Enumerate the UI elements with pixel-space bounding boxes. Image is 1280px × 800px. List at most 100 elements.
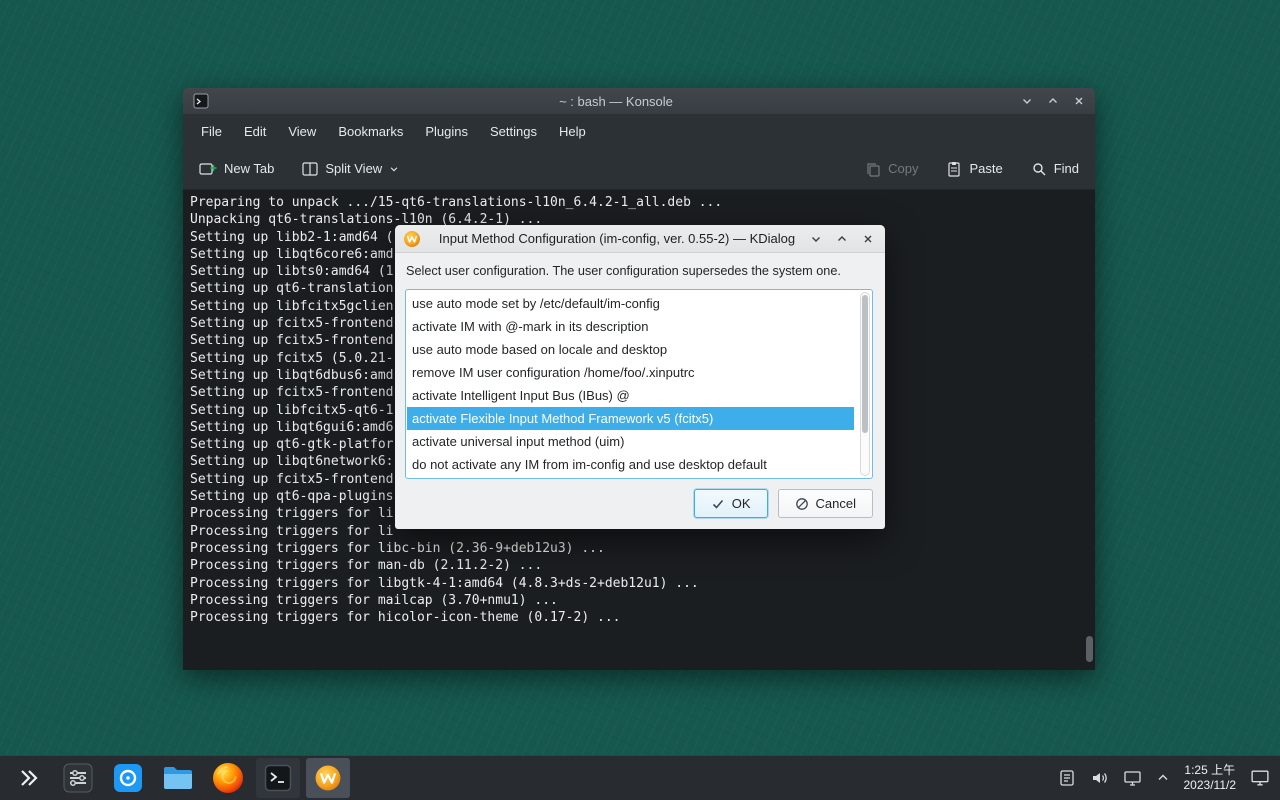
menu-item[interactable]: Settings: [479, 119, 548, 144]
ok-check-icon: [711, 497, 725, 511]
im-config-list[interactable]: use auto mode set by /etc/default/im-con…: [405, 289, 873, 479]
list-item[interactable]: activate IM with @-mark in its descripti…: [407, 315, 854, 338]
list-item[interactable]: activate universal input method (uim): [407, 430, 854, 453]
show-desktop-button[interactable]: [1250, 769, 1270, 787]
copy-label: Copy: [888, 161, 918, 176]
kdialog-task[interactable]: [306, 758, 350, 798]
firefox-launcher[interactable]: [206, 758, 250, 798]
menu-item[interactable]: View: [277, 119, 327, 144]
firefox-icon: [211, 761, 245, 795]
clipboard-icon: [1058, 769, 1076, 787]
app-launcher-button[interactable]: [6, 758, 50, 798]
find-icon: [1031, 161, 1047, 177]
file-manager-launcher[interactable]: [156, 758, 200, 798]
terminal-scrollbar[interactable]: [1085, 190, 1093, 670]
paste-label: Paste: [969, 161, 1002, 176]
terminal-prompt-line: foo@foo-standardpcq35ich92009:~$: [190, 626, 1095, 643]
dialog-minimize-button[interactable]: [807, 230, 825, 248]
list-item[interactable]: remove IM user configuration /home/foo/.…: [407, 361, 854, 384]
display-tray-button[interactable]: [1123, 770, 1142, 787]
show-desktop-icon: [1250, 769, 1270, 787]
list-item-label: use auto mode set by /etc/default/im-con…: [412, 296, 660, 311]
clock-date: 2023/11/2: [1184, 778, 1237, 793]
maximize-icon: [1047, 95, 1059, 107]
menu-item[interactable]: Plugins: [414, 119, 479, 144]
clipboard-tray-button[interactable]: [1058, 769, 1076, 787]
ok-label: OK: [732, 496, 751, 511]
kdialog-icon: [314, 764, 342, 792]
chevron-down-icon: [389, 164, 399, 174]
terminal-line: Preparing to unpack .../15-qt6-translati…: [190, 194, 1095, 211]
list-item-label: do not activate any IM from im-config an…: [412, 457, 767, 472]
list-item[interactable]: activate Intelligent Input Bus (IBus) @: [407, 384, 854, 407]
paste-icon: [946, 161, 962, 177]
volume-icon: [1090, 769, 1109, 787]
toolbar: New Tab Split View Copy Paste Find: [183, 148, 1095, 190]
close-icon: [1073, 95, 1085, 107]
menu-item[interactable]: File: [190, 119, 233, 144]
new-tab-label: New Tab: [224, 161, 274, 176]
ok-button[interactable]: OK: [694, 489, 768, 518]
dialog-buttons: OK Cancel: [694, 489, 873, 518]
tray-expander-button[interactable]: [1156, 771, 1170, 785]
list-scrollbar[interactable]: [860, 292, 870, 476]
dialog-window-controls: [807, 230, 877, 248]
list-item[interactable]: use auto mode based on locale and deskto…: [407, 338, 854, 361]
maximize-button[interactable]: [1043, 91, 1063, 111]
clock[interactable]: 1:25 上午 2023/11/2: [1184, 763, 1237, 793]
konsole-titlebar[interactable]: ~ : bash — Konsole: [183, 88, 1095, 114]
list-item[interactable]: activate Flexible Input Method Framework…: [407, 407, 854, 430]
list-item-label: remove IM user configuration /home/foo/.…: [412, 365, 695, 380]
window-controls: [1017, 91, 1089, 111]
dialog-title: Input Method Configuration (im-config, v…: [427, 231, 807, 246]
maximize-icon: [836, 233, 848, 245]
split-view-label: Split View: [325, 161, 382, 176]
app-launcher-icon: [16, 766, 40, 790]
close-icon: [862, 233, 874, 245]
display-icon: [1123, 770, 1142, 787]
menu-item[interactable]: Edit: [233, 119, 277, 144]
blue-app-launcher[interactable]: [106, 758, 150, 798]
volume-tray-button[interactable]: [1090, 769, 1109, 787]
dialog-instruction: Select user configuration. The user conf…: [406, 264, 872, 278]
cancel-button[interactable]: Cancel: [778, 489, 873, 518]
dialog-maximize-button[interactable]: [833, 230, 851, 248]
terminal-scrollbar-thumb[interactable]: [1086, 636, 1093, 662]
list-item[interactable]: use auto mode set by /etc/default/im-con…: [407, 292, 854, 315]
find-label: Find: [1054, 161, 1079, 176]
copy-button[interactable]: Copy: [865, 161, 918, 177]
list-scrollbar-thumb[interactable]: [862, 295, 868, 433]
split-view-button[interactable]: Split View: [302, 161, 399, 177]
dialog-close-button[interactable]: [859, 230, 877, 248]
split-view-icon: [302, 161, 318, 177]
list-item-label: activate Intelligent Input Bus (IBus) @: [412, 388, 630, 403]
list-item-label: use auto mode based on locale and deskto…: [412, 342, 667, 357]
kdialog-titlebar[interactable]: Input Method Configuration (im-config, v…: [395, 225, 885, 253]
list-item[interactable]: do not activate any IM from im-config an…: [407, 453, 854, 476]
terminal-line: Processing triggers for libc-bin (2.36-9…: [190, 540, 1095, 557]
terminal-line: Processing triggers for mailcap (3.70+nm…: [190, 592, 1095, 609]
clock-time: 1:25 上午: [1184, 763, 1237, 778]
cancel-slash-icon: [795, 497, 809, 511]
taskbar: 1:25 上午 2023/11/2: [0, 755, 1280, 800]
find-button[interactable]: Find: [1031, 161, 1079, 177]
list-item-label: activate IM with @-mark in its descripti…: [412, 319, 648, 334]
sliders-launcher[interactable]: [56, 758, 100, 798]
terminal-line: Processing triggers for libgtk-4-1:amd64…: [190, 575, 1095, 592]
close-button[interactable]: [1069, 91, 1089, 111]
kdialog-window: Input Method Configuration (im-config, v…: [395, 225, 885, 529]
window-title: ~ : bash — Konsole: [215, 94, 1017, 109]
folder-icon: [162, 765, 194, 791]
new-tab-button[interactable]: New Tab: [199, 161, 274, 177]
system-tray: [1058, 769, 1170, 787]
terminal-line: Processing triggers for man-db (2.11.2-2…: [190, 557, 1095, 574]
list-item-label: activate universal input method (uim): [412, 434, 624, 449]
desktop: { "konsole": { "title": "~ : bash — Kons…: [0, 0, 1280, 800]
konsole-icon: [264, 764, 292, 792]
paste-button[interactable]: Paste: [946, 161, 1002, 177]
konsole-task[interactable]: [256, 758, 300, 798]
minimize-button[interactable]: [1017, 91, 1037, 111]
menu-item[interactable]: Bookmarks: [327, 119, 414, 144]
menu-item[interactable]: Help: [548, 119, 597, 144]
list-item-label: activate Flexible Input Method Framework…: [412, 411, 713, 426]
